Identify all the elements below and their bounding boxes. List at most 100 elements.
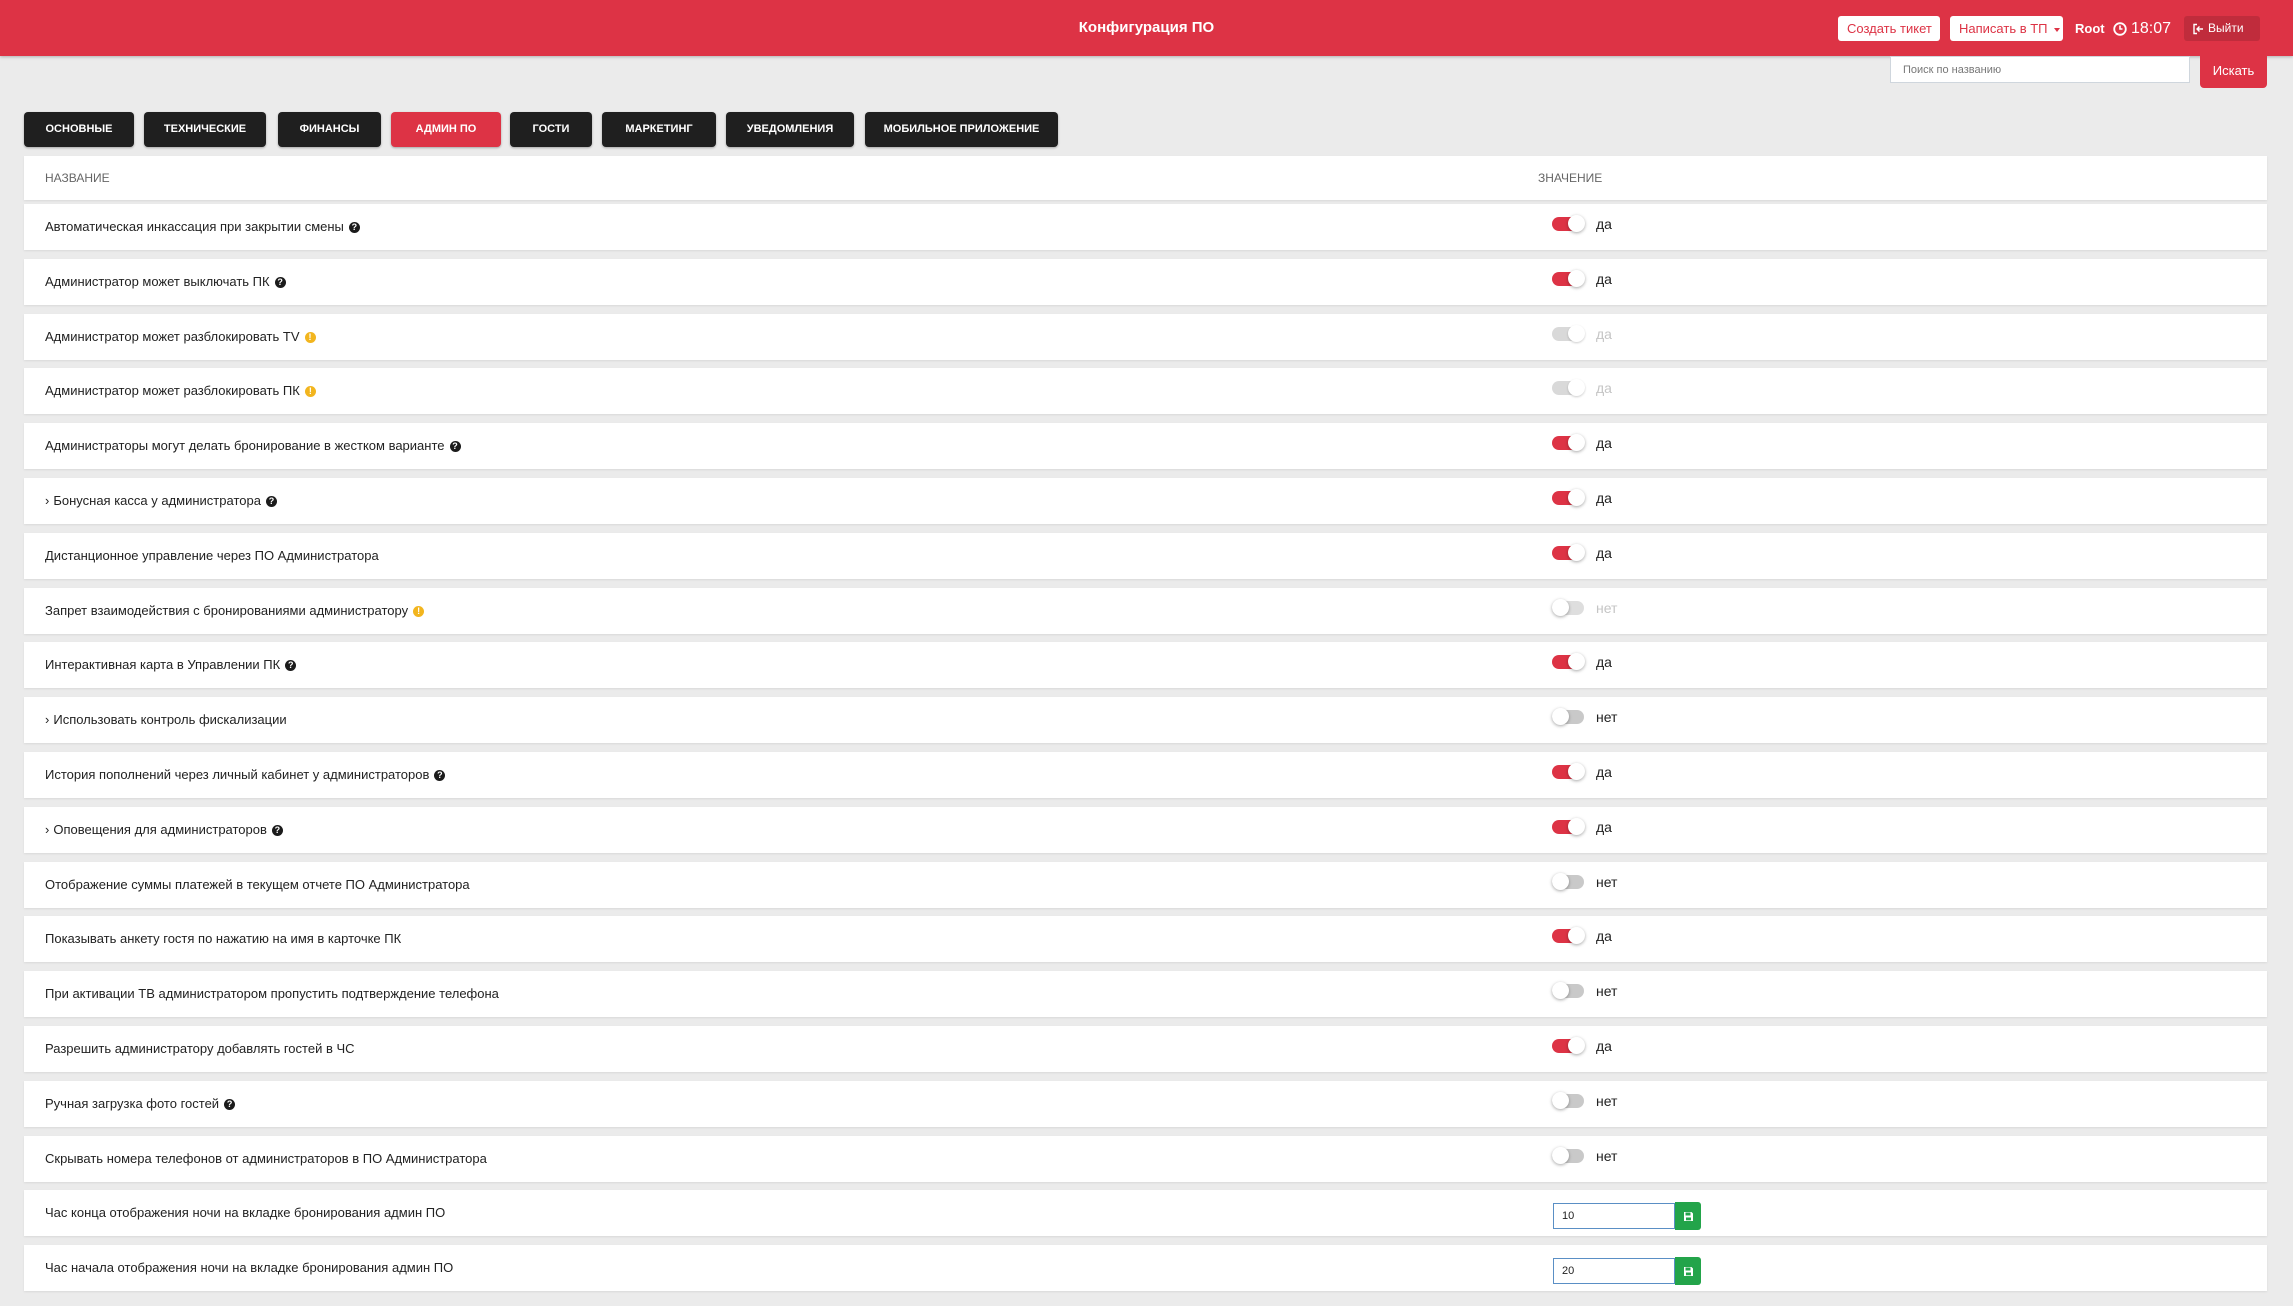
toggle-knob [1552, 982, 1569, 999]
help-icon[interactable]: ? [285, 659, 297, 671]
setting-label: Отображение суммы платежей в текущем отч… [45, 877, 470, 892]
toggle-switch[interactable] [1552, 1147, 1584, 1164]
logout-icon [2193, 23, 2203, 34]
save-button[interactable] [1675, 1202, 1701, 1230]
toggle-switch[interactable] [1552, 927, 1585, 944]
write-support-dropdown[interactable]: Написать в ТП [1950, 16, 2063, 41]
setting-name: Администратор может выключать ПК? [45, 259, 286, 305]
setting-name: История пополнений через личный кабинет … [45, 752, 446, 798]
clock-time: 18:07 [2131, 20, 2172, 37]
toggle-switch[interactable] [1552, 653, 1585, 670]
toggle-switch [1552, 599, 1584, 616]
table-row: Скрывать номера телефонов от администрат… [24, 1136, 2267, 1182]
toggle-switch[interactable] [1552, 489, 1585, 506]
toggle-knob [1552, 708, 1569, 725]
help-icon[interactable]: ? [449, 440, 461, 452]
toggle-switch[interactable] [1552, 1037, 1585, 1054]
setting-label: Администратор может разблокировать ПК [45, 383, 300, 398]
logout-button[interactable]: Выйти [2184, 16, 2260, 41]
tab-mobile-app[interactable]: Мобильное приложение [865, 112, 1058, 147]
setting-label: Администратор может выключать ПК [45, 274, 270, 289]
toggle-switch[interactable] [1552, 215, 1585, 232]
setting-value: нет [1552, 1081, 1617, 1127]
setting-label: Скрывать номера телефонов от администрат… [45, 1151, 487, 1166]
setting-value: нет [1552, 971, 1617, 1017]
tab-main[interactable]: Основные [24, 112, 134, 147]
toggle-switch[interactable] [1552, 434, 1585, 451]
toggle-switch [1552, 379, 1585, 396]
toggle-knob [1568, 379, 1585, 396]
setting-value: да [1552, 807, 1612, 853]
help-icon[interactable]: ? [434, 769, 446, 781]
save-button[interactable] [1675, 1257, 1701, 1285]
expand-chevron-icon[interactable]: › [45, 804, 49, 856]
toggle-value-label: да [1596, 928, 1612, 944]
setting-label: Администратор может разблокировать TV [45, 329, 300, 344]
search-input[interactable] [1890, 56, 2190, 83]
setting-label: История пополнений через личный кабинет … [45, 767, 430, 782]
toggle-switch[interactable] [1552, 873, 1584, 890]
table-row: Дистанционное управление через ПО Админи… [24, 533, 2267, 579]
help-icon[interactable]: ? [265, 495, 277, 507]
number-field-group [1553, 1202, 1701, 1230]
help-icon[interactable]: ? [274, 276, 286, 288]
help-icon[interactable]: ? [271, 824, 283, 836]
tab-finance[interactable]: Финансы [278, 112, 381, 147]
tab-admin-software[interactable]: Админ ПО [391, 112, 501, 147]
table-row: Запрет взаимодействия с бронированиями а… [24, 588, 2267, 634]
expand-chevron-icon[interactable]: › [45, 694, 49, 746]
create-ticket-button[interactable]: Создать тикет [1838, 16, 1940, 41]
setting-name: Запрет взаимодействия с бронированиями а… [45, 588, 425, 634]
setting-label: Показывать анкету гостя по нажатию на им… [45, 931, 402, 946]
clock-icon [2113, 21, 2127, 36]
save-icon [1683, 1211, 1693, 1221]
toggle-switch[interactable] [1552, 763, 1585, 780]
setting-name: Показывать анкету гостя по нажатию на им… [45, 916, 401, 962]
toggle-value-label: нет [1596, 1093, 1618, 1109]
tab-marketing[interactable]: Маркетинг [602, 112, 716, 147]
toggle-value-label: да [1596, 326, 1612, 342]
setting-name[interactable]: › Бонусная касса у администратора? [45, 478, 277, 524]
warning-icon[interactable]: ! [304, 385, 316, 397]
toggle-switch[interactable] [1552, 982, 1584, 999]
setting-label: Использовать контроль фискализации [53, 712, 287, 727]
search-button[interactable]: Искать [2200, 56, 2267, 88]
setting-value: да [1552, 916, 1612, 962]
toggle-switch[interactable] [1552, 708, 1584, 725]
warning-icon[interactable]: ! [413, 605, 425, 617]
warning-icon[interactable]: ! [304, 331, 316, 343]
toggle-knob [1552, 1147, 1569, 1164]
user-name: Root [2075, 21, 2105, 36]
setting-label: Час начала отображения ночи на вкладке б… [45, 1260, 454, 1275]
table-row: Ручная загрузка фото гостей? нет [24, 1081, 2267, 1127]
tab-notifications[interactable]: Уведомления [726, 112, 854, 147]
tab-guests[interactable]: Гости [510, 112, 592, 147]
setting-name: Разрешить администратору добавлять госте… [45, 1026, 355, 1072]
table-row: Администратор может выключать ПК? да [24, 259, 2267, 305]
help-icon[interactable]: ? [348, 221, 360, 233]
toggle-switch[interactable] [1552, 818, 1585, 835]
setting-name: Отображение суммы платежей в текущем отч… [45, 862, 470, 908]
toggle-switch[interactable] [1552, 544, 1585, 561]
setting-label: Разрешить администратору добавлять госте… [45, 1041, 355, 1056]
setting-name[interactable]: › Оповещения для администраторов? [45, 807, 283, 853]
toggle-value-label: нет [1596, 874, 1618, 890]
toggle-switch[interactable] [1552, 1092, 1584, 1109]
setting-value [1553, 1190, 1701, 1236]
expand-chevron-icon[interactable]: › [45, 475, 49, 527]
help-icon[interactable]: ? [224, 1098, 236, 1110]
table-row: При активации ТВ администратором пропуст… [24, 971, 2267, 1017]
setting-name[interactable]: › Использовать контроль фискализации [45, 697, 287, 743]
setting-name: Дистанционное управление через ПО Админи… [45, 533, 379, 579]
toggle-switch[interactable] [1552, 270, 1585, 287]
hour-input[interactable] [1553, 1258, 1675, 1284]
setting-name: Скрывать номера телефонов от администрат… [45, 1136, 487, 1182]
setting-label: Запрет взаимодействия с бронированиями а… [45, 603, 409, 618]
tab-technical[interactable]: Технические [144, 112, 266, 147]
toggle-value-label: нет [1596, 709, 1618, 725]
toggle-knob [1568, 927, 1585, 944]
table-row: Автоматическая инкассация при закрытии с… [24, 204, 2267, 250]
setting-value: да [1552, 478, 1612, 524]
table-row: Отображение суммы платежей в текущем отч… [24, 862, 2267, 908]
hour-input[interactable] [1553, 1203, 1675, 1229]
